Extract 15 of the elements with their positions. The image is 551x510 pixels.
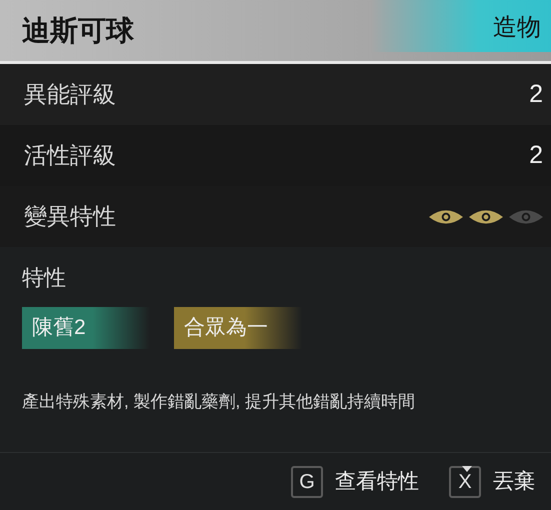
stat-label: 變異特性 bbox=[24, 202, 116, 232]
section-heading: 特性 bbox=[22, 264, 67, 291]
stat-label: 活性評級 bbox=[24, 141, 116, 170]
stat-value: 2 bbox=[529, 78, 543, 110]
action-label: 查看特性 bbox=[335, 468, 419, 495]
stat-value: 2 bbox=[529, 140, 543, 171]
key-hint[interactable]: X bbox=[449, 466, 481, 498]
stat-label: 異能評級 bbox=[24, 80, 116, 110]
item-category: 造物 bbox=[493, 13, 541, 43]
action-label: 丟棄 bbox=[493, 468, 535, 495]
trait-tag[interactable]: 合眾為一 bbox=[174, 307, 302, 349]
item-title: 迪斯可球 bbox=[22, 14, 134, 48]
trait-description: 產出特殊素材, 製作錯亂藥劑, 提升其他錯亂持續時間 bbox=[22, 391, 416, 413]
trait-tag[interactable]: 陳舊2 bbox=[22, 307, 150, 349]
key-hint[interactable]: G bbox=[291, 466, 323, 498]
